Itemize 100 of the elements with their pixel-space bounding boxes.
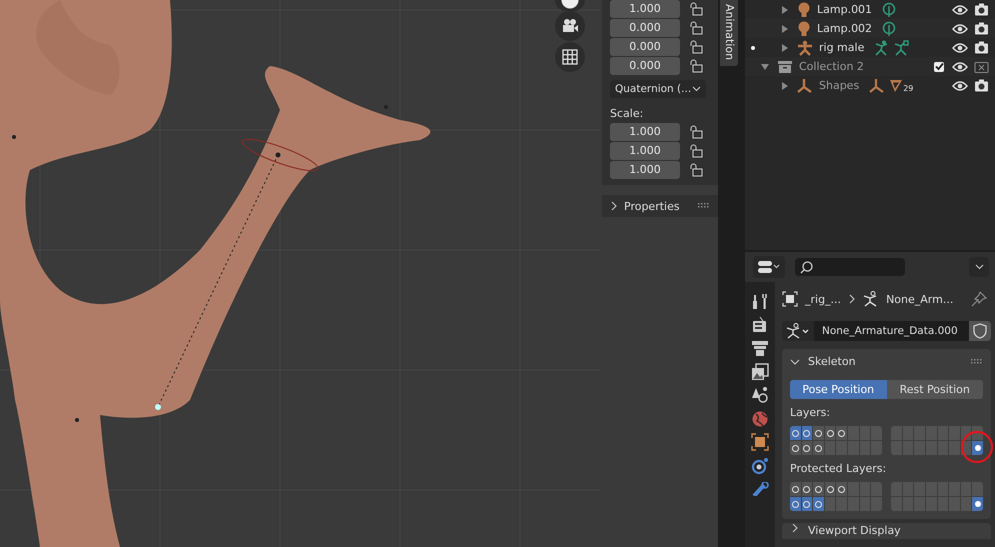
search-field[interactable] bbox=[795, 258, 905, 276]
expand-arrow-icon[interactable] bbox=[781, 44, 789, 52]
lock-icon[interactable] bbox=[690, 40, 704, 54]
layer-toggle[interactable] bbox=[972, 441, 983, 455]
object-square-icon[interactable] bbox=[751, 433, 769, 451]
eye-icon[interactable] bbox=[952, 4, 968, 16]
lock-icon[interactable] bbox=[690, 163, 704, 177]
layer-toggle[interactable] bbox=[802, 426, 812, 440]
layer-toggle[interactable] bbox=[790, 482, 801, 496]
lock-icon[interactable] bbox=[690, 2, 704, 16]
image-stack-icon[interactable] bbox=[751, 362, 769, 380]
layer-toggle[interactable] bbox=[813, 482, 824, 496]
layer-toggle[interactable] bbox=[790, 497, 801, 511]
layer-toggle[interactable] bbox=[949, 426, 960, 440]
protected-layers-label: Protected Layers: bbox=[790, 461, 888, 477]
chevron-icon bbox=[974, 264, 984, 270]
expand-arrow-icon[interactable] bbox=[781, 6, 789, 14]
camera-icon[interactable] bbox=[974, 3, 989, 16]
light-data-icon bbox=[882, 2, 896, 18]
lock-icon[interactable] bbox=[690, 144, 704, 158]
datablock-name-field[interactable]: None_Armature_Data.000 bbox=[814, 321, 969, 341]
camera-back-icon[interactable] bbox=[751, 316, 769, 334]
eye-icon[interactable] bbox=[952, 60, 968, 72]
camera-icon bbox=[561, 18, 579, 34]
layer-toggle[interactable] bbox=[802, 497, 812, 511]
layer-toggle[interactable] bbox=[972, 482, 983, 496]
datablock-browse-button[interactable] bbox=[782, 321, 814, 341]
layer-toggle[interactable] bbox=[824, 482, 836, 496]
expand-arrow-icon[interactable] bbox=[781, 24, 789, 32]
mesh-icon bbox=[797, 78, 813, 94]
layer-toggle[interactable] bbox=[813, 441, 824, 455]
eye-icon[interactable] bbox=[952, 42, 968, 54]
outliner-item[interactable]: Lamp.001 bbox=[817, 3, 872, 16]
ortho-toggle-button[interactable] bbox=[555, 42, 585, 72]
editor-type-button[interactable] bbox=[753, 256, 785, 278]
sidebar-tab[interactable]: Animation bbox=[720, 0, 738, 66]
light-bulb-icon bbox=[797, 20, 811, 36]
layer-toggle[interactable] bbox=[972, 497, 983, 511]
breadcrumb-item[interactable]: _rig_... bbox=[805, 292, 842, 306]
drag-handle-icon[interactable] bbox=[698, 203, 710, 209]
outliner-item[interactable]: Shapes bbox=[819, 79, 860, 92]
layer-toggle[interactable] bbox=[813, 426, 824, 440]
expand-arrow-icon[interactable] bbox=[781, 82, 789, 90]
layer-toggle[interactable] bbox=[824, 497, 836, 511]
properties-panel-header[interactable]: Properties bbox=[602, 195, 718, 217]
camera-icon[interactable] bbox=[974, 41, 989, 54]
toggle-switch-icon bbox=[758, 261, 780, 273]
layer-toggle[interactable] bbox=[802, 441, 812, 455]
scale-label: Scale: bbox=[610, 106, 644, 122]
layer-toggle[interactable] bbox=[836, 482, 847, 496]
pin-icon[interactable] bbox=[971, 291, 987, 307]
lock-icon[interactable] bbox=[690, 21, 704, 35]
number-field[interactable]: 1.000 bbox=[610, 161, 680, 179]
position-toggle[interactable]: Pose Position bbox=[790, 380, 886, 399]
shapes-icon[interactable] bbox=[751, 386, 769, 404]
camera-icon[interactable] bbox=[974, 79, 989, 92]
orbit-icon[interactable] bbox=[751, 456, 769, 474]
number-field[interactable]: 0.000 bbox=[610, 19, 680, 37]
options-dropdown-button[interactable] bbox=[969, 257, 989, 277]
light-bulb-icon bbox=[797, 2, 811, 18]
eye-icon[interactable] bbox=[952, 22, 968, 34]
rotation-mode-dropdown[interactable]: Quaternion (... bbox=[610, 80, 706, 98]
wrench-screwdriver-icon[interactable] bbox=[751, 292, 769, 310]
outliner-item[interactable]: rig male bbox=[819, 41, 864, 54]
chevron-icon bbox=[610, 201, 618, 211]
drag-handle-icon[interactable] bbox=[971, 358, 983, 364]
layer-toggle[interactable] bbox=[960, 497, 972, 511]
expand-arrow-icon[interactable] bbox=[761, 62, 769, 70]
outliner-item[interactable]: Lamp.002 bbox=[817, 22, 872, 35]
navigation-button[interactable] bbox=[555, 0, 585, 11]
layer-toggle[interactable] bbox=[813, 497, 824, 511]
bone-icon[interactable] bbox=[751, 482, 769, 496]
checkbox[interactable] bbox=[934, 62, 944, 72]
camera-view-button[interactable] bbox=[555, 11, 585, 41]
layer-toggle[interactable] bbox=[824, 426, 836, 440]
chevron-icon bbox=[790, 358, 800, 366]
globe-icon[interactable] bbox=[751, 410, 769, 428]
skeleton-panel-header[interactable]: Skeleton bbox=[790, 349, 983, 374]
vertex-group-count: 29 bbox=[903, 84, 914, 93]
layer-toggle[interactable] bbox=[949, 441, 960, 455]
number-field[interactable]: 0.000 bbox=[610, 57, 680, 75]
lock-icon[interactable] bbox=[690, 59, 704, 73]
camera-icon[interactable] bbox=[974, 22, 989, 35]
printer-icon[interactable] bbox=[751, 339, 769, 357]
layer-toggle[interactable] bbox=[960, 482, 972, 496]
lock-icon[interactable] bbox=[690, 125, 704, 139]
fake-user-button[interactable] bbox=[969, 321, 991, 341]
outliner-item[interactable]: Collection 2 bbox=[799, 60, 864, 73]
number-field[interactable]: 1.000 bbox=[610, 142, 680, 160]
number-field[interactable]: 0.000 bbox=[610, 38, 680, 56]
layer-toggle[interactable] bbox=[836, 426, 847, 440]
layer-toggle[interactable] bbox=[790, 426, 801, 440]
number-field[interactable]: 1.000 bbox=[610, 0, 680, 18]
layer-toggle[interactable] bbox=[802, 482, 812, 496]
breadcrumb-item[interactable]: None_Arm... bbox=[886, 292, 954, 306]
position-toggle[interactable]: Rest Position bbox=[886, 380, 983, 399]
triangle-icon bbox=[889, 79, 904, 93]
eye-icon[interactable] bbox=[952, 80, 968, 92]
layer-toggle[interactable] bbox=[790, 441, 801, 455]
number-field[interactable]: 1.000 bbox=[610, 123, 680, 141]
